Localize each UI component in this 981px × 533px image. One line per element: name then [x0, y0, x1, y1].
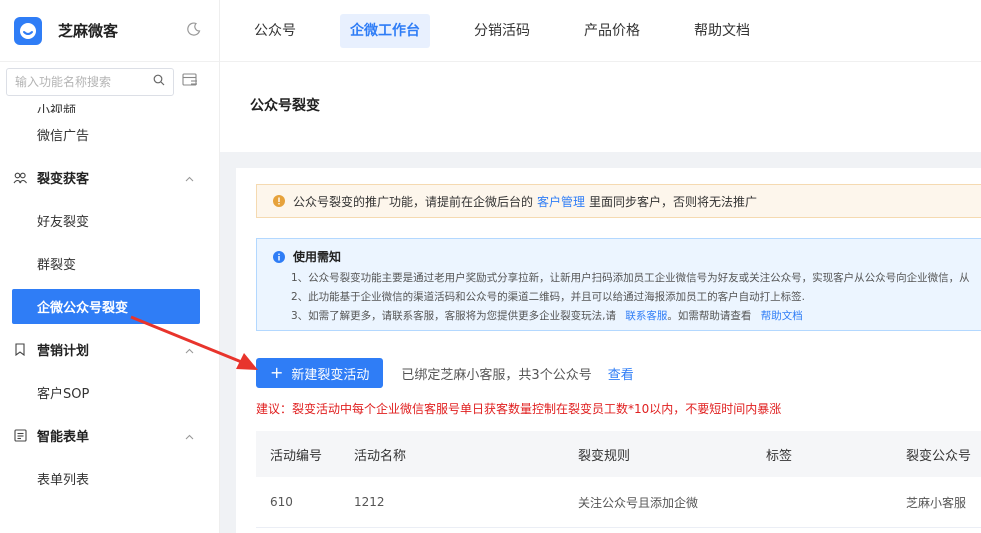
sidebar: 芝麻微客 小视频 微信广告 裂变获客 好友裂变 群裂变 企微公众号裂变 — [0, 0, 220, 533]
customer-management-link[interactable]: 客户管理 — [537, 193, 585, 210]
brand-header: 芝麻微客 — [0, 0, 219, 62]
chevron-up-icon — [185, 171, 194, 186]
header-fission-account[interactable]: 裂变公众号 — [906, 445, 971, 464]
cell-activity-name: 1212 — [354, 495, 385, 509]
page-header: 公众号裂变 — [220, 62, 981, 152]
sidebar-item-label: 表单列表 — [37, 473, 90, 488]
sidebar-item-group-fission[interactable]: 群裂变 — [0, 242, 219, 285]
sidebar-item-friend-fission[interactable]: 好友裂变 — [0, 199, 219, 242]
bound-accounts-info: 已绑定芝麻小客服，共3个公众号 — [401, 367, 592, 383]
brand-name: 芝麻微客 — [58, 22, 119, 40]
contact-service-link[interactable]: 联系客服 — [625, 310, 667, 322]
cell-activity-id: 610 — [270, 495, 293, 509]
sidebar-item-label: 群裂变 — [37, 258, 77, 273]
notice-line-3-middle: 。如需帮助请查看 — [667, 310, 752, 322]
new-fission-activity-button[interactable]: + 新建裂变活动 — [256, 358, 384, 388]
menu-search-input[interactable] — [15, 75, 153, 89]
tab-help-docs[interactable]: 帮助文档 — [684, 14, 760, 48]
warning-icon — [273, 195, 285, 207]
content-card: 公众号裂变的推广功能，请提前在企微后台的 客户管理 里面同步客户，否则将无法推广… — [236, 168, 981, 533]
tab-distribution-code[interactable]: 分销活码 — [464, 14, 540, 48]
plus-icon: + — [270, 363, 284, 382]
usage-notice: 使用需知 1、公众号裂变功能主要是通过老用户奖励式分享拉新，让新用户扫码添加员工… — [256, 238, 981, 331]
main-content: 公众号裂变 公众号裂变的推广功能，请提前在企微后台的 客户管理 里面同步客户，否… — [220, 62, 981, 533]
header-fission-rule[interactable]: 裂变规则 — [578, 445, 630, 464]
warning-alert: 公众号裂变的推广功能，请提前在企微后台的 客户管理 里面同步客户，否则将无法推广 — [256, 184, 981, 218]
sidebar-item-form-list[interactable]: 表单列表 — [0, 457, 219, 500]
sidebar-item-wechat-ads[interactable]: 微信广告 — [0, 113, 219, 156]
search-icon[interactable] — [153, 74, 165, 90]
sidebar-item-label: 企微公众号裂变 — [37, 301, 129, 316]
view-link[interactable]: 查看 — [608, 364, 634, 383]
sidebar-item-customer-sop[interactable]: 客户SOP — [0, 371, 219, 414]
users-icon — [12, 172, 28, 184]
header-activity-id[interactable]: 活动编号 — [270, 445, 322, 464]
sidebar-menu: 小视频 微信广告 裂变获客 好友裂变 群裂变 企微公众号裂变 营销计划 客户SO… — [0, 102, 219, 500]
header-activity-name[interactable]: 活动名称 — [354, 445, 406, 464]
menu-layout-icon[interactable] — [182, 73, 198, 91]
table-header: 活动编号 活动名称 裂变规则 标签 裂变公众号 — [256, 431, 981, 477]
chevron-up-icon — [185, 429, 194, 444]
activity-table: 活动编号 活动名称 裂变规则 标签 裂变公众号 610 1212 关注公众号且添… — [256, 431, 981, 528]
notice-line-3-text: 3、如需了解更多，请联系客服，客服将为您提供更多企业裂变玩法,请 — [291, 310, 617, 322]
sidebar-item-oa-fission[interactable]: 企微公众号裂变 — [12, 289, 200, 324]
sidebar-group-label: 裂变获客 — [37, 172, 90, 187]
tab-pricing[interactable]: 产品价格 — [574, 14, 650, 48]
suggestion-text: 建议：裂变活动中每个企业微信客服号单日获客数量控制在裂变员工数*10以内，不要短… — [256, 402, 782, 416]
menu-search-box — [6, 68, 174, 96]
top-nav: 公众号 企微工作台 分销活码 产品价格 帮助文档 — [220, 0, 981, 62]
sidebar-item-label: 小视频 — [37, 104, 77, 113]
sidebar-item-label: 好友裂变 — [37, 215, 90, 230]
notice-title: 使用需知 — [293, 250, 342, 264]
notice-line-2: 2、此功能基于企业微信的渠道活码和公众号的渠道二维码，并且可以给通过海报添加员工… — [291, 291, 806, 303]
bookmark-icon — [12, 343, 28, 356]
header-tag[interactable]: 标签 — [766, 445, 792, 464]
table-row[interactable]: 610 1212 关注公众号且添加企微 芝麻小客服 — [256, 477, 981, 528]
tab-wecom-workbench[interactable]: 企微工作台 — [340, 13, 430, 48]
page-title: 公众号裂变 — [250, 98, 320, 114]
sidebar-group-label: 智能表单 — [37, 430, 90, 445]
sidebar-item-label: 客户SOP — [37, 387, 90, 402]
sidebar-group-marketing-plan[interactable]: 营销计划 — [0, 328, 219, 371]
sidebar-group-fission[interactable]: 裂变获客 — [0, 156, 219, 199]
tab-official-account[interactable]: 公众号 — [244, 14, 306, 48]
brand-logo-icon[interactable] — [14, 16, 42, 45]
sidebar-group-label: 营销计划 — [37, 344, 90, 359]
sidebar-item-short-video[interactable]: 小视频 — [0, 102, 219, 113]
new-button-label: 新建裂变活动 — [291, 367, 370, 383]
action-row: + 新建裂变活动 已绑定芝麻小客服，共3个公众号 查看 — [256, 358, 981, 388]
chevron-up-icon — [185, 343, 194, 358]
warning-text-after: 里面同步客户，否则将无法推广 — [589, 194, 758, 209]
notice-line-3: 3、如需了解更多，请联系客服，客服将为您提供更多企业裂变玩法,请 联系客服。如需… — [273, 307, 981, 326]
sidebar-item-label: 微信广告 — [37, 129, 90, 144]
dark-mode-icon[interactable] — [187, 22, 201, 40]
warning-text-before: 公众号裂变的推广功能，请提前在企微后台的 — [293, 194, 534, 209]
form-icon — [12, 429, 28, 442]
cell-fission-account: 芝麻小客服 — [906, 495, 967, 510]
info-icon — [273, 250, 285, 263]
notice-line-1: 1、公众号裂变功能主要是通过老用户奖励式分享拉新，让新用户扫码添加员工企业微信号… — [291, 272, 970, 284]
sidebar-group-smart-form[interactable]: 智能表单 — [0, 414, 219, 457]
help-docs-link[interactable]: 帮助文档 — [761, 310, 803, 322]
cell-fission-rule: 关注公众号且添加企微 — [578, 495, 699, 510]
